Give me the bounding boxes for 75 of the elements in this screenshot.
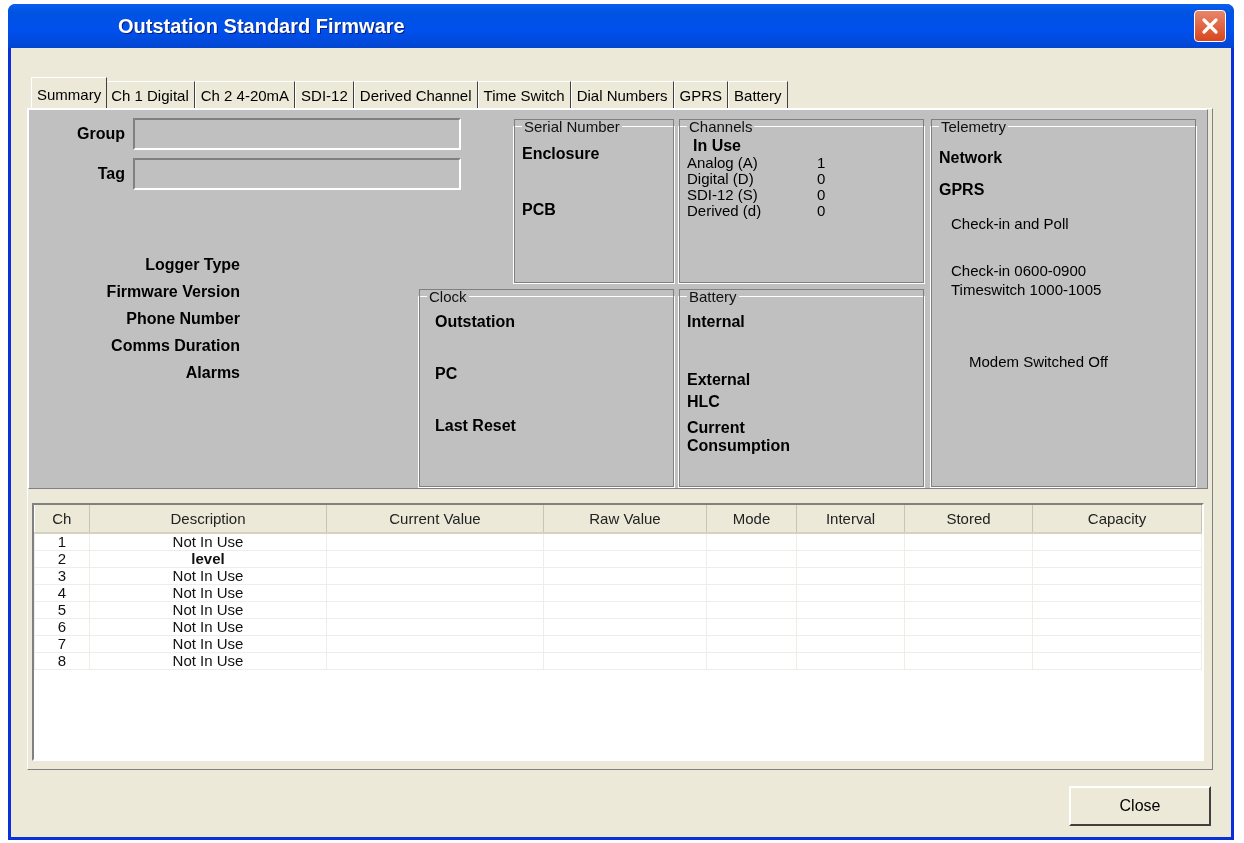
table-cell: 7	[34, 635, 90, 653]
channel-count: 0	[817, 171, 827, 187]
text-field[interactable]	[133, 158, 461, 190]
table-cell: Not In Use	[89, 584, 327, 602]
close-button[interactable]	[1194, 10, 1226, 42]
section-heading: In Use	[693, 137, 742, 155]
field-label: Outstation	[435, 313, 516, 331]
field-label: HLC	[687, 393, 721, 411]
table-cell: Not In Use	[89, 601, 327, 619]
group-title: Telemetry	[940, 118, 1008, 135]
tab[interactable]: Ch 2 4-20mA	[194, 81, 296, 108]
info-label: Firmware Version	[106, 283, 240, 301]
channel-label: Derived (d)	[687, 203, 763, 219]
table-cell: 3	[34, 567, 90, 585]
tab[interactable]: Ch 1 Digital	[105, 81, 195, 108]
table-cell: Not In Use	[89, 652, 327, 670]
field-label: Internal	[687, 313, 746, 331]
close-button[interactable]: Close	[1069, 786, 1211, 826]
schedule-text: Check-in 0600-0900	[951, 262, 1088, 279]
text-field[interactable]	[133, 118, 461, 150]
field-label: Enclosure	[522, 145, 601, 163]
column-header[interactable]: Current Value	[326, 505, 544, 533]
channel-label: Digital (D)	[687, 171, 754, 187]
field-label: Tag	[96, 165, 126, 183]
channel-label: Analog (A)	[687, 155, 759, 171]
group-title: Channels	[688, 118, 754, 135]
channel-count: 0	[817, 203, 827, 219]
column-header[interactable]: Stored	[904, 505, 1033, 533]
table-cell: 1	[34, 533, 90, 551]
tab[interactable]: Derived Channel	[353, 81, 478, 108]
column-header[interactable]: Ch	[34, 505, 90, 533]
table-cell: 8	[34, 652, 90, 670]
close-icon	[1201, 17, 1219, 35]
column-header[interactable]: Interval	[796, 505, 905, 533]
table-cell: Not In Use	[89, 618, 327, 636]
table-cell: Not In Use	[89, 533, 327, 551]
field-label: Group	[76, 125, 126, 143]
channel-count: 1	[817, 155, 827, 171]
tab[interactable]: GPRS	[673, 81, 729, 108]
info-label: Logger Type	[145, 256, 240, 274]
tab[interactable]: Battery	[728, 81, 788, 108]
status-text: Modem Switched Off	[969, 353, 1109, 370]
column-header[interactable]: Raw Value	[543, 505, 707, 533]
info-label: Alarms	[185, 364, 240, 382]
schedule-text: Timeswitch 1000-1005	[951, 281, 1103, 298]
group-title: Battery	[688, 288, 738, 305]
field-label: PCB	[522, 201, 557, 219]
table-cell: 2	[34, 550, 90, 568]
group-title: Serial Number	[523, 118, 621, 135]
tab[interactable]: SDI-12	[295, 81, 354, 108]
table-cell: Not In Use	[89, 635, 327, 653]
info-label: Comms Duration	[111, 337, 240, 355]
table-cell: 6	[34, 618, 90, 636]
field-label: External	[687, 371, 752, 389]
column-header[interactable]: Description	[89, 505, 327, 533]
field-label: PC	[435, 365, 459, 383]
column-header[interactable]: Mode	[706, 505, 797, 533]
table-cell: 5	[34, 601, 90, 619]
telemetry-mode: Check-in and Poll	[951, 215, 1070, 232]
channel-count: 0	[817, 187, 827, 203]
window-title: Outstation Standard Firmware	[118, 14, 405, 38]
table-cell: level	[89, 550, 327, 568]
column-header[interactable]: Capacity	[1032, 505, 1202, 533]
group-title: Clock	[428, 288, 468, 305]
tab[interactable]: Summary	[31, 77, 108, 108]
field-label: Network	[939, 149, 1004, 167]
tab[interactable]: Time Switch	[477, 81, 571, 108]
field-label: Last Reset	[435, 417, 517, 435]
table-cell: 4	[34, 584, 90, 602]
tab[interactable]: Dial Numbers	[570, 81, 674, 108]
table-cell: Not In Use	[89, 567, 327, 585]
channel-label: SDI-12 (S)	[687, 187, 759, 203]
field-label: Current Consumption	[687, 419, 792, 455]
info-label: Phone Number	[126, 310, 240, 328]
field-label: GPRS	[939, 181, 986, 199]
